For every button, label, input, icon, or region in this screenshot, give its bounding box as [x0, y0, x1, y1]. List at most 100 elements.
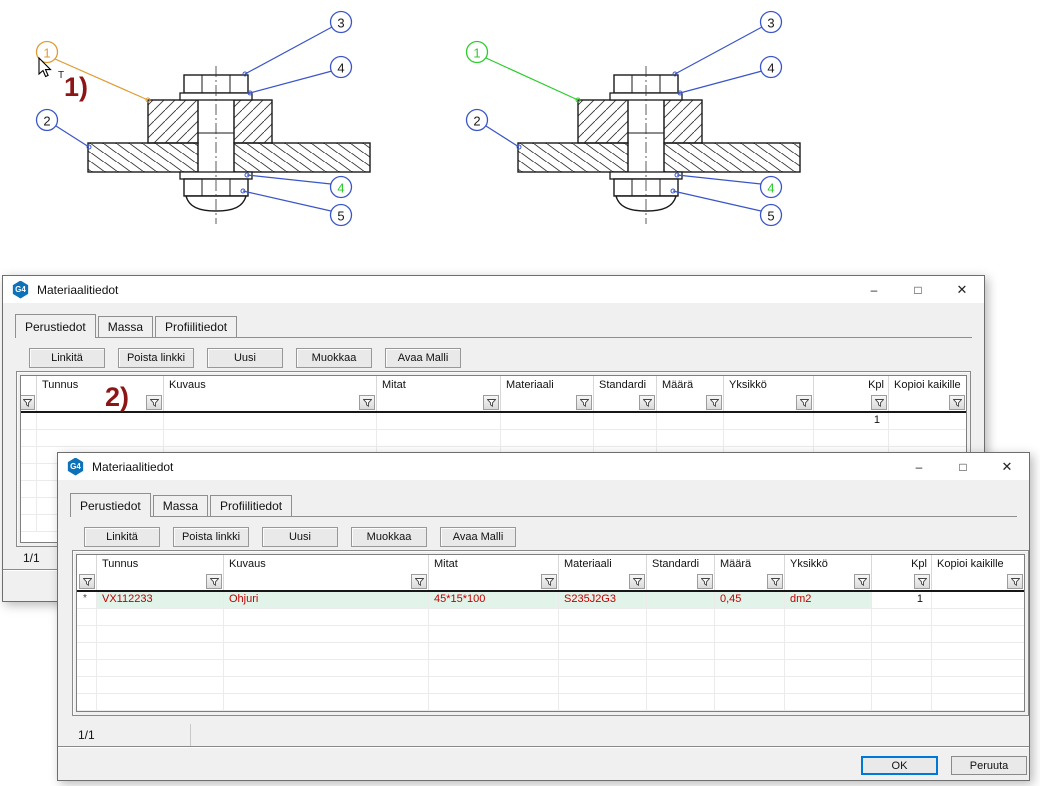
- col-standardi[interactable]: Standardi: [647, 555, 715, 590]
- col-standardi[interactable]: Standardi: [594, 376, 657, 411]
- minimize-button[interactable]: –: [852, 276, 896, 303]
- table-row[interactable]: [77, 694, 1024, 711]
- kpl-cell[interactable]: 1: [872, 592, 932, 608]
- table-row[interactable]: [77, 643, 1024, 660]
- balloon-right-4b[interactable]: 4: [675, 173, 782, 198]
- balloon-left-2[interactable]: 2: [37, 110, 92, 150]
- titlebar[interactable]: G4 Materiaalitiedot – □ ✕: [3, 276, 984, 303]
- cancel-button[interactable]: Peruuta: [951, 756, 1027, 775]
- filter-icon[interactable]: [871, 395, 887, 410]
- balloon-right-1[interactable]: 1: [467, 42, 581, 103]
- filter-icon[interactable]: [767, 574, 783, 589]
- filter-icon[interactable]: [914, 574, 930, 589]
- balloon-right-4[interactable]: 4: [678, 57, 782, 96]
- filter-icon[interactable]: [541, 574, 557, 589]
- step-1-annotation: 1): [64, 72, 88, 103]
- col-mitat[interactable]: Mitat: [429, 555, 559, 590]
- cad-drawings-canvas: 1 2 3 4 4 5: [0, 0, 1040, 262]
- link-button[interactable]: Linkitä: [84, 527, 160, 547]
- table-row[interactable]: [77, 677, 1024, 694]
- minimize-button[interactable]: –: [897, 453, 941, 480]
- filter-icon[interactable]: [359, 395, 375, 410]
- yksikko-cell[interactable]: dm2: [785, 592, 872, 608]
- table-row[interactable]: [21, 430, 966, 447]
- svg-text:2: 2: [473, 114, 480, 129]
- col-kopioi-kaikille[interactable]: Kopioi kaikille: [889, 376, 966, 411]
- col-tunnus[interactable]: Tunnus: [37, 376, 164, 411]
- filter-icon[interactable]: [639, 395, 655, 410]
- col-mitat[interactable]: Mitat: [377, 376, 501, 411]
- table-row[interactable]: [77, 660, 1024, 677]
- kuvaus-cell[interactable]: Ohjuri: [224, 592, 429, 608]
- col-materiaali[interactable]: Materiaali: [501, 376, 594, 411]
- tab-profiilitiedot[interactable]: Profiilitiedot: [210, 495, 292, 516]
- remove-link-button[interactable]: Poista linkki: [173, 527, 249, 547]
- filter-icon[interactable]: [949, 395, 965, 410]
- tab-massa[interactable]: Massa: [153, 495, 208, 516]
- col-kopioi-kaikille[interactable]: Kopioi kaikille: [932, 555, 1024, 590]
- table-row[interactable]: 1: [21, 413, 966, 430]
- link-button[interactable]: Linkitä: [29, 348, 105, 368]
- filter-icon[interactable]: [697, 574, 713, 589]
- table-row[interactable]: [77, 626, 1024, 643]
- maximize-button[interactable]: □: [941, 453, 985, 480]
- col-tunnus[interactable]: Tunnus: [97, 555, 224, 590]
- col-materiaali[interactable]: Materiaali: [559, 555, 647, 590]
- col-yksikko[interactable]: Yksikkö: [785, 555, 872, 590]
- filter-icon[interactable]: [706, 395, 722, 410]
- filter-icon[interactable]: [1007, 574, 1023, 589]
- tunnus-cell[interactable]: VX112233: [97, 592, 224, 608]
- tab-perustiedot[interactable]: Perustiedot: [70, 493, 151, 517]
- open-model-button[interactable]: Avaa Malli: [385, 348, 461, 368]
- balloon-right-2[interactable]: 2: [467, 110, 522, 150]
- balloon-left-4[interactable]: 4: [248, 57, 352, 96]
- table-row-vx112233[interactable]: * VX112233 Ohjuri 45*15*100 S235J2G3 0,4…: [77, 592, 1024, 609]
- edit-button[interactable]: Muokkaa: [351, 527, 427, 547]
- tab-perustiedot[interactable]: Perustiedot: [15, 314, 96, 338]
- balloon-left-4b[interactable]: 4: [245, 173, 352, 198]
- kopioi-kaikille-cell[interactable]: [932, 592, 1024, 608]
- new-button[interactable]: Uusi: [207, 348, 283, 368]
- filter-icon[interactable]: [854, 574, 870, 589]
- filter-icon[interactable]: [576, 395, 592, 410]
- standardi-cell[interactable]: [647, 592, 715, 608]
- ok-button[interactable]: OK: [861, 756, 938, 775]
- col-kpl[interactable]: Kpl: [872, 555, 932, 590]
- col-kuvaus[interactable]: Kuvaus: [224, 555, 429, 590]
- materiaali-cell[interactable]: S235J2G3: [559, 592, 647, 608]
- filter-icon[interactable]: [411, 574, 427, 589]
- kpl-cell[interactable]: 1: [814, 413, 889, 429]
- titlebar[interactable]: G4 Materiaalitiedot – □ ✕: [58, 453, 1029, 480]
- close-button[interactable]: ✕: [985, 453, 1029, 480]
- filter-icon[interactable]: [483, 395, 499, 410]
- mitat-cell[interactable]: 45*15*100: [429, 592, 559, 608]
- table-row[interactable]: [77, 609, 1024, 626]
- filter-icon[interactable]: [796, 395, 812, 410]
- maara-cell[interactable]: 0,45: [715, 592, 785, 608]
- tab-profiilitiedot[interactable]: Profiilitiedot: [155, 316, 237, 337]
- svg-text:3: 3: [767, 16, 774, 31]
- filter-icon[interactable]: [20, 395, 35, 410]
- close-button[interactable]: ✕: [940, 276, 984, 303]
- filter-icon[interactable]: [206, 574, 222, 589]
- edit-button[interactable]: Muokkaa: [296, 348, 372, 368]
- mouse-cursor-icon: [38, 57, 54, 79]
- filter-icon[interactable]: [146, 395, 162, 410]
- grid-header: Tunnus Kuvaus Mitat Materiaali Standardi…: [21, 376, 966, 413]
- remove-link-button[interactable]: Poista linkki: [118, 348, 194, 368]
- open-model-button[interactable]: Avaa Malli: [440, 527, 516, 547]
- tabstrip: Perustiedot Massa Profiilitiedot: [15, 314, 972, 338]
- filter-icon[interactable]: [79, 574, 95, 589]
- filter-icon[interactable]: [629, 574, 645, 589]
- new-button[interactable]: Uusi: [262, 527, 338, 547]
- material-details-dialog-front: G4 Materiaalitiedot – □ ✕ Perustiedot Ma…: [57, 452, 1030, 781]
- maximize-button[interactable]: □: [896, 276, 940, 303]
- col-kpl[interactable]: Kpl: [814, 376, 889, 411]
- tab-massa[interactable]: Massa: [98, 316, 153, 337]
- col-maara[interactable]: Määrä: [715, 555, 785, 590]
- col-kuvaus[interactable]: Kuvaus: [164, 376, 377, 411]
- col-maara[interactable]: Määrä: [657, 376, 724, 411]
- col-marker: [21, 376, 37, 411]
- col-yksikko[interactable]: Yksikkö: [724, 376, 814, 411]
- svg-text:1: 1: [473, 46, 480, 61]
